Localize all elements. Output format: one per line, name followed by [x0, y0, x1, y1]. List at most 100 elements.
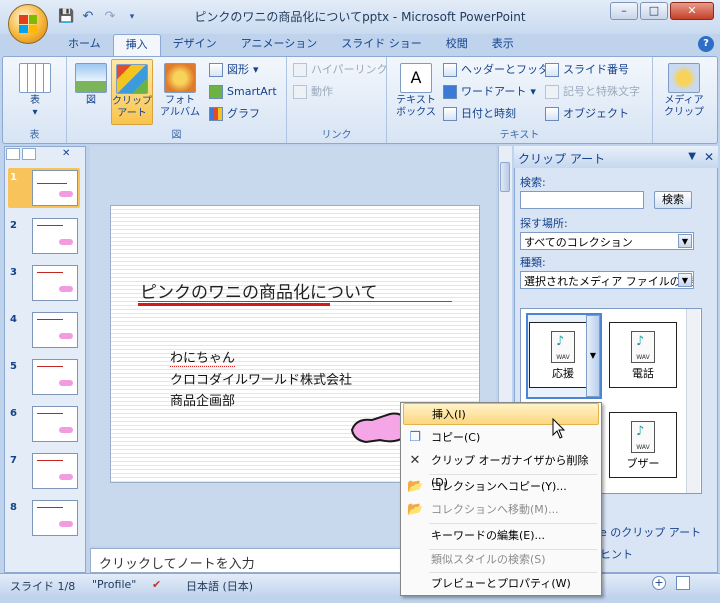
textbox-button[interactable]: A テキスト ボックス [391, 63, 441, 119]
outline-tab[interactable] [22, 148, 36, 160]
tab-home[interactable]: ホーム [56, 34, 113, 56]
thumbnail-image [32, 359, 78, 395]
title-underline [138, 301, 452, 302]
smartart-button[interactable]: SmartArt [209, 83, 277, 101]
menu-item-delete[interactable]: ✕ クリップ オーガナイザから削除(D) [403, 450, 599, 489]
fit-to-window-icon[interactable] [676, 576, 690, 590]
close-pane-icon[interactable]: ✕ [62, 148, 70, 162]
wordart-button[interactable]: ワードアート ▾ [443, 83, 536, 101]
group-link: ハイパーリンク 動作 リンク [287, 57, 388, 143]
thumbnail-slide-6[interactable]: 6 [8, 404, 80, 444]
menu-item-move-to-collection[interactable]: 📂 コレクションへ移動(M)... [403, 499, 599, 521]
quick-access-toolbar: 💾 ↶ ↷ ▾ [58, 8, 140, 26]
thumbnail-slide-3[interactable]: 3 [8, 263, 80, 303]
object-icon [545, 107, 559, 121]
tab-slideshow[interactable]: スライド ショー [329, 34, 434, 56]
tab-review[interactable]: 校閲 [434, 34, 480, 56]
headerfooter-button[interactable]: ヘッダーとフッター [443, 61, 560, 79]
office-online-link[interactable]: e のクリップ アート [600, 524, 701, 540]
task-pane-close-icon[interactable]: ✕ [704, 150, 714, 164]
thumbnail-image [32, 406, 78, 442]
group-text: A テキスト ボックス ヘッダーとフッター ワードアート ▾ 日付と時刻 スライド番… [387, 57, 653, 143]
search-input[interactable] [520, 191, 644, 209]
clip-dropdown-arrow[interactable]: ▼ [586, 315, 600, 397]
object-button[interactable]: オブジェクト [545, 105, 629, 123]
graph-button[interactable]: グラフ [209, 105, 260, 123]
thumbnail-slide-2[interactable]: 2 [8, 216, 80, 256]
undo-icon[interactable]: ↶ [80, 9, 96, 25]
slide-subtitle-company[interactable]: クロコダイルワールド株式会社 [170, 369, 352, 388]
menu-item-insert[interactable]: 挿入(I) [403, 403, 599, 425]
minimize-button[interactable]: – [610, 2, 638, 20]
table-button[interactable]: 表 ▾ [17, 63, 53, 119]
clip-item-buzzer[interactable]: ♪ WAV ブザー [609, 412, 677, 478]
save-icon[interactable]: 💾 [58, 9, 74, 25]
close-button[interactable]: ✕ [670, 2, 714, 20]
wav-icon: ♪ WAV [631, 331, 655, 363]
zoom-in-icon[interactable]: + [652, 576, 666, 590]
office-logo-icon [19, 15, 37, 33]
tab-insert[interactable]: 挿入 [112, 34, 161, 56]
wav-icon: ♪ WAV [631, 421, 655, 453]
thumbnail-slide-7[interactable]: 7 [8, 451, 80, 491]
slide-scrollbar-thumb[interactable] [500, 162, 510, 192]
thumbnail-image [32, 500, 78, 536]
results-scrollbar[interactable] [686, 309, 700, 493]
slides-tab[interactable] [6, 148, 20, 160]
menu-item-copy-to-collection[interactable]: 📂 コレクションへコピー(Y)... [403, 476, 599, 498]
shapes-icon [209, 63, 223, 77]
slide-number-icon [545, 63, 559, 77]
menu-item-preview-properties[interactable]: プレビューとプロパティ(W) [403, 573, 599, 595]
tab-animation[interactable]: アニメーション [229, 34, 330, 56]
media-clip-button[interactable]: メディア クリップ [657, 63, 711, 119]
maximize-button[interactable]: □ [640, 2, 668, 20]
slide-title[interactable]: ピンクのワニの商品化について [140, 278, 378, 303]
action-button[interactable]: 動作 [293, 83, 333, 101]
search-button[interactable]: 検索 [654, 191, 692, 209]
thumbnail-slide-8[interactable]: 8 [8, 498, 80, 538]
thumbnail-slide-1[interactable]: 1 [8, 168, 80, 208]
menu-item-copy[interactable]: ❐ コピー(C) [403, 427, 599, 449]
photoalbum-button[interactable]: フォト アルバム [157, 63, 203, 119]
help-icon[interactable]: ? [698, 36, 714, 52]
clip-item-phone[interactable]: ♪ WAV 電話 [609, 322, 677, 388]
status-language[interactable]: 日本語 (日本) [186, 578, 253, 594]
shapes-button[interactable]: 図形 ▾ [209, 61, 259, 79]
insert-icon [408, 407, 424, 423]
slide-subtitle-dept[interactable]: 商品企画部 [170, 390, 235, 409]
datetime-button[interactable]: 日付と時刻 [443, 105, 516, 123]
thumbnail-slide-5[interactable]: 5 [8, 357, 80, 397]
thumbnail-image [32, 170, 78, 206]
office-button[interactable] [8, 4, 48, 44]
location-label: 探す場所: [520, 217, 568, 230]
thumbnail-slide-4[interactable]: 4 [8, 310, 80, 350]
slide-subtitle-name[interactable]: わにちゃん [170, 347, 236, 367]
group-label-text: テキスト [499, 130, 540, 141]
task-pane-menu-icon[interactable]: ▼ [688, 151, 696, 162]
window-title: ピンクのワニの商品化についてpptx - Microsoft PowerPoin… [194, 10, 526, 24]
spellcheck-icon[interactable]: ✔ [152, 578, 161, 591]
header-footer-icon [443, 63, 457, 77]
delete-x-icon: ✕ [409, 453, 421, 468]
symbol-button[interactable]: 記号と特殊文字 [545, 83, 640, 101]
hyperlink-button[interactable]: ハイパーリンク [293, 61, 388, 79]
menu-separator [429, 523, 597, 524]
thumbnail-image [32, 265, 78, 301]
customize-qat-icon[interactable]: ▾ [124, 9, 140, 25]
redo-icon[interactable]: ↷ [102, 9, 118, 25]
tab-design[interactable]: デザイン [161, 34, 229, 56]
picture-button[interactable]: 図 [73, 63, 109, 107]
type-select[interactable]: 選択されたメディア ファイルの種類 ▼ [520, 271, 694, 289]
tips-link[interactable]: ヒント [600, 546, 633, 562]
slidenum-button[interactable]: スライド番号 [545, 61, 629, 79]
menu-item-edit-keywords[interactable]: キーワードの編集(E)... [403, 525, 599, 547]
tab-view[interactable]: 表示 [480, 34, 526, 56]
move-to-collection-icon: 📂 [407, 502, 424, 517]
location-select[interactable]: すべてのコレクション ▼ [520, 232, 694, 250]
photo-album-icon [164, 63, 196, 93]
clipart-button[interactable]: クリップ アート [111, 59, 153, 125]
menu-item-find-similar[interactable]: 類似スタイルの検索(S) [403, 549, 599, 571]
thumbnail-image [32, 312, 78, 348]
smartart-icon [209, 85, 223, 99]
chevron-down-icon: ▼ [678, 273, 692, 287]
